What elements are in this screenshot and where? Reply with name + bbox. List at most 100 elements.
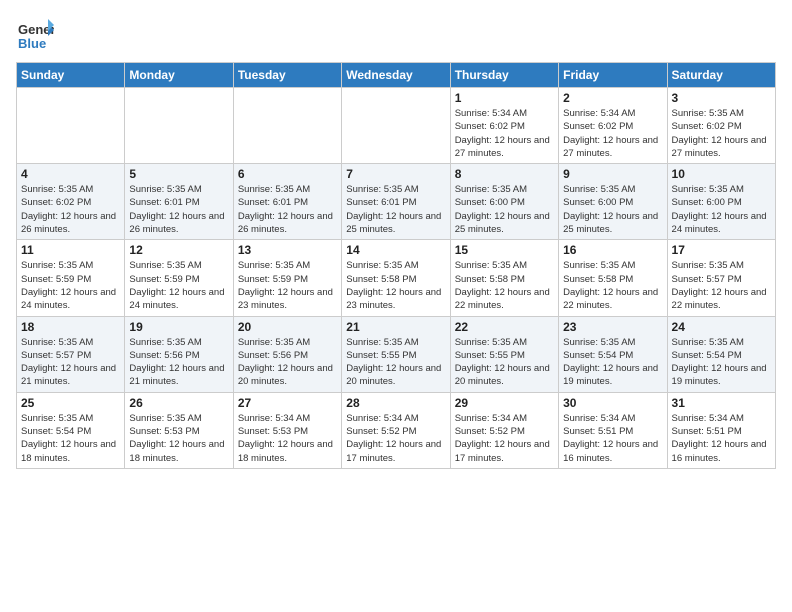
day-detail: Sunrise: 5:34 AM Sunset: 6:02 PM Dayligh… [455, 107, 554, 160]
logo-icon: General Blue [16, 16, 54, 54]
calendar-day-cell: 16 Sunrise: 5:35 AM Sunset: 5:58 PM Dayli… [559, 240, 667, 316]
day-of-week-header: Thursday [450, 63, 558, 88]
day-detail: Sunrise: 5:35 AM Sunset: 5:57 PM Dayligh… [672, 259, 771, 312]
day-number: 22 [455, 320, 554, 334]
day-detail: Sunrise: 5:35 AM Sunset: 5:55 PM Dayligh… [455, 336, 554, 389]
day-number: 15 [455, 243, 554, 257]
calendar-day-cell: 5 Sunrise: 5:35 AM Sunset: 6:01 PM Daylig… [125, 164, 233, 240]
day-detail: Sunrise: 5:35 AM Sunset: 5:57 PM Dayligh… [21, 336, 120, 389]
calendar-day-cell: 4Sunrise: 5:35 AM Sunset: 6:02 PM Daylig… [17, 164, 125, 240]
calendar-week-row: 18 Sunrise: 5:35 AM Sunset: 5:57 PM Dayli… [17, 316, 776, 392]
calendar-day-cell: 25Sunrise: 5:35 AM Sunset: 5:54 PM Dayli… [17, 392, 125, 468]
day-detail: Sunrise: 5:35 AM Sunset: 5:58 PM Dayligh… [563, 259, 662, 312]
day-number: 7 [346, 167, 445, 181]
day-detail: Sunrise: 5:35 AM Sunset: 5:55 PM Dayligh… [346, 336, 445, 389]
calendar-day-cell: 2 Sunrise: 5:34 AM Sunset: 6:02 PM Daylig… [559, 88, 667, 164]
day-detail: Sunrise: 5:34 AM Sunset: 5:53 PM Dayligh… [238, 412, 337, 465]
day-number: 8 [455, 167, 554, 181]
calendar-header-row: SundayMondayTuesdayWednesdayThursdayFrid… [17, 63, 776, 88]
day-number: 24 [672, 320, 771, 334]
day-number: 27 [238, 396, 337, 410]
day-number: 26 [129, 396, 228, 410]
calendar-day-cell: 26 Sunrise: 5:35 AM Sunset: 5:53 PM Dayli… [125, 392, 233, 468]
day-number: 16 [563, 243, 662, 257]
day-number: 13 [238, 243, 337, 257]
svg-text:Blue: Blue [18, 36, 46, 51]
calendar-day-cell [233, 88, 341, 164]
day-detail: Sunrise: 5:35 AM Sunset: 6:01 PM Dayligh… [346, 183, 445, 236]
day-number: 11 [21, 243, 120, 257]
calendar-day-cell: 21 Sunrise: 5:35 AM Sunset: 5:55 PM Dayli… [342, 316, 450, 392]
day-number: 29 [455, 396, 554, 410]
calendar-day-cell: 31 Sunrise: 5:34 AM Sunset: 5:51 PM Dayli… [667, 392, 775, 468]
day-detail: Sunrise: 5:35 AM Sunset: 6:01 PM Dayligh… [238, 183, 337, 236]
day-detail: Sunrise: 5:35 AM Sunset: 6:02 PM Dayligh… [21, 183, 120, 236]
day-number: 10 [672, 167, 771, 181]
day-number: 17 [672, 243, 771, 257]
day-detail: Sunrise: 5:35 AM Sunset: 5:58 PM Dayligh… [455, 259, 554, 312]
calendar-day-cell [17, 88, 125, 164]
day-number: 6 [238, 167, 337, 181]
day-detail: Sunrise: 5:34 AM Sunset: 6:02 PM Dayligh… [563, 107, 662, 160]
calendar-day-cell: 15 Sunrise: 5:35 AM Sunset: 5:58 PM Dayli… [450, 240, 558, 316]
calendar-day-cell: 11Sunrise: 5:35 AM Sunset: 5:59 PM Dayli… [17, 240, 125, 316]
day-number: 18 [21, 320, 120, 334]
day-detail: Sunrise: 5:35 AM Sunset: 6:00 PM Dayligh… [672, 183, 771, 236]
calendar-day-cell: 8Sunrise: 5:35 AM Sunset: 6:00 PM Daylig… [450, 164, 558, 240]
day-detail: Sunrise: 5:34 AM Sunset: 5:51 PM Dayligh… [672, 412, 771, 465]
calendar-day-cell: 13Sunrise: 5:35 AM Sunset: 5:59 PM Dayli… [233, 240, 341, 316]
day-number: 30 [563, 396, 662, 410]
calendar-day-cell: 18 Sunrise: 5:35 AM Sunset: 5:57 PM Dayli… [17, 316, 125, 392]
day-detail: Sunrise: 5:34 AM Sunset: 5:52 PM Dayligh… [346, 412, 445, 465]
calendar-week-row: 25Sunrise: 5:35 AM Sunset: 5:54 PM Dayli… [17, 392, 776, 468]
calendar-day-cell: 17 Sunrise: 5:35 AM Sunset: 5:57 PM Dayli… [667, 240, 775, 316]
day-detail: Sunrise: 5:35 AM Sunset: 5:56 PM Dayligh… [238, 336, 337, 389]
day-number: 2 [563, 91, 662, 105]
calendar-day-cell: 24 Sunrise: 5:35 AM Sunset: 5:54 PM Dayli… [667, 316, 775, 392]
day-detail: Sunrise: 5:35 AM Sunset: 5:53 PM Dayligh… [129, 412, 228, 465]
day-of-week-header: Tuesday [233, 63, 341, 88]
logo: General Blue [16, 16, 58, 54]
day-number: 3 [672, 91, 771, 105]
day-number: 20 [238, 320, 337, 334]
day-detail: Sunrise: 5:35 AM Sunset: 6:01 PM Dayligh… [129, 183, 228, 236]
day-detail: Sunrise: 5:35 AM Sunset: 5:58 PM Dayligh… [346, 259, 445, 312]
calendar-day-cell: 27 Sunrise: 5:34 AM Sunset: 5:53 PM Dayli… [233, 392, 341, 468]
day-of-week-header: Monday [125, 63, 233, 88]
day-detail: Sunrise: 5:35 AM Sunset: 5:54 PM Dayligh… [563, 336, 662, 389]
day-number: 28 [346, 396, 445, 410]
calendar-day-cell: 3 Sunrise: 5:35 AM Sunset: 6:02 PM Daylig… [667, 88, 775, 164]
calendar-day-cell [342, 88, 450, 164]
day-detail: Sunrise: 5:35 AM Sunset: 6:00 PM Dayligh… [563, 183, 662, 236]
calendar-day-cell: 29Sunrise: 5:34 AM Sunset: 5:52 PM Dayli… [450, 392, 558, 468]
day-number: 31 [672, 396, 771, 410]
header: General Blue [16, 16, 776, 54]
calendar-day-cell: 7 Sunrise: 5:35 AM Sunset: 6:01 PM Daylig… [342, 164, 450, 240]
day-number: 19 [129, 320, 228, 334]
day-of-week-header: Friday [559, 63, 667, 88]
day-of-week-header: Wednesday [342, 63, 450, 88]
day-number: 21 [346, 320, 445, 334]
calendar-day-cell: 14 Sunrise: 5:35 AM Sunset: 5:58 PM Dayli… [342, 240, 450, 316]
calendar-day-cell: 23 Sunrise: 5:35 AM Sunset: 5:54 PM Dayli… [559, 316, 667, 392]
day-number: 9 [563, 167, 662, 181]
calendar-day-cell: 28 Sunrise: 5:34 AM Sunset: 5:52 PM Dayli… [342, 392, 450, 468]
day-detail: Sunrise: 5:35 AM Sunset: 5:59 PM Dayligh… [129, 259, 228, 312]
calendar-day-cell: 10 Sunrise: 5:35 AM Sunset: 6:00 PM Dayli… [667, 164, 775, 240]
day-of-week-header: Sunday [17, 63, 125, 88]
calendar-day-cell: 19 Sunrise: 5:35 AM Sunset: 5:56 PM Dayli… [125, 316, 233, 392]
day-detail: Sunrise: 5:34 AM Sunset: 5:51 PM Dayligh… [563, 412, 662, 465]
calendar-week-row: 1 Sunrise: 5:34 AM Sunset: 6:02 PM Daylig… [17, 88, 776, 164]
day-number: 23 [563, 320, 662, 334]
calendar-table: SundayMondayTuesdayWednesdayThursdayFrid… [16, 62, 776, 469]
calendar-day-cell: 30 Sunrise: 5:34 AM Sunset: 5:51 PM Dayli… [559, 392, 667, 468]
day-number: 5 [129, 167, 228, 181]
day-detail: Sunrise: 5:35 AM Sunset: 6:02 PM Dayligh… [672, 107, 771, 160]
day-detail: Sunrise: 5:35 AM Sunset: 5:54 PM Dayligh… [672, 336, 771, 389]
calendar-day-cell: 1 Sunrise: 5:34 AM Sunset: 6:02 PM Daylig… [450, 88, 558, 164]
day-detail: Sunrise: 5:35 AM Sunset: 5:56 PM Dayligh… [129, 336, 228, 389]
calendar-day-cell: 9 Sunrise: 5:35 AM Sunset: 6:00 PM Daylig… [559, 164, 667, 240]
calendar-day-cell [125, 88, 233, 164]
day-number: 14 [346, 243, 445, 257]
day-number: 1 [455, 91, 554, 105]
